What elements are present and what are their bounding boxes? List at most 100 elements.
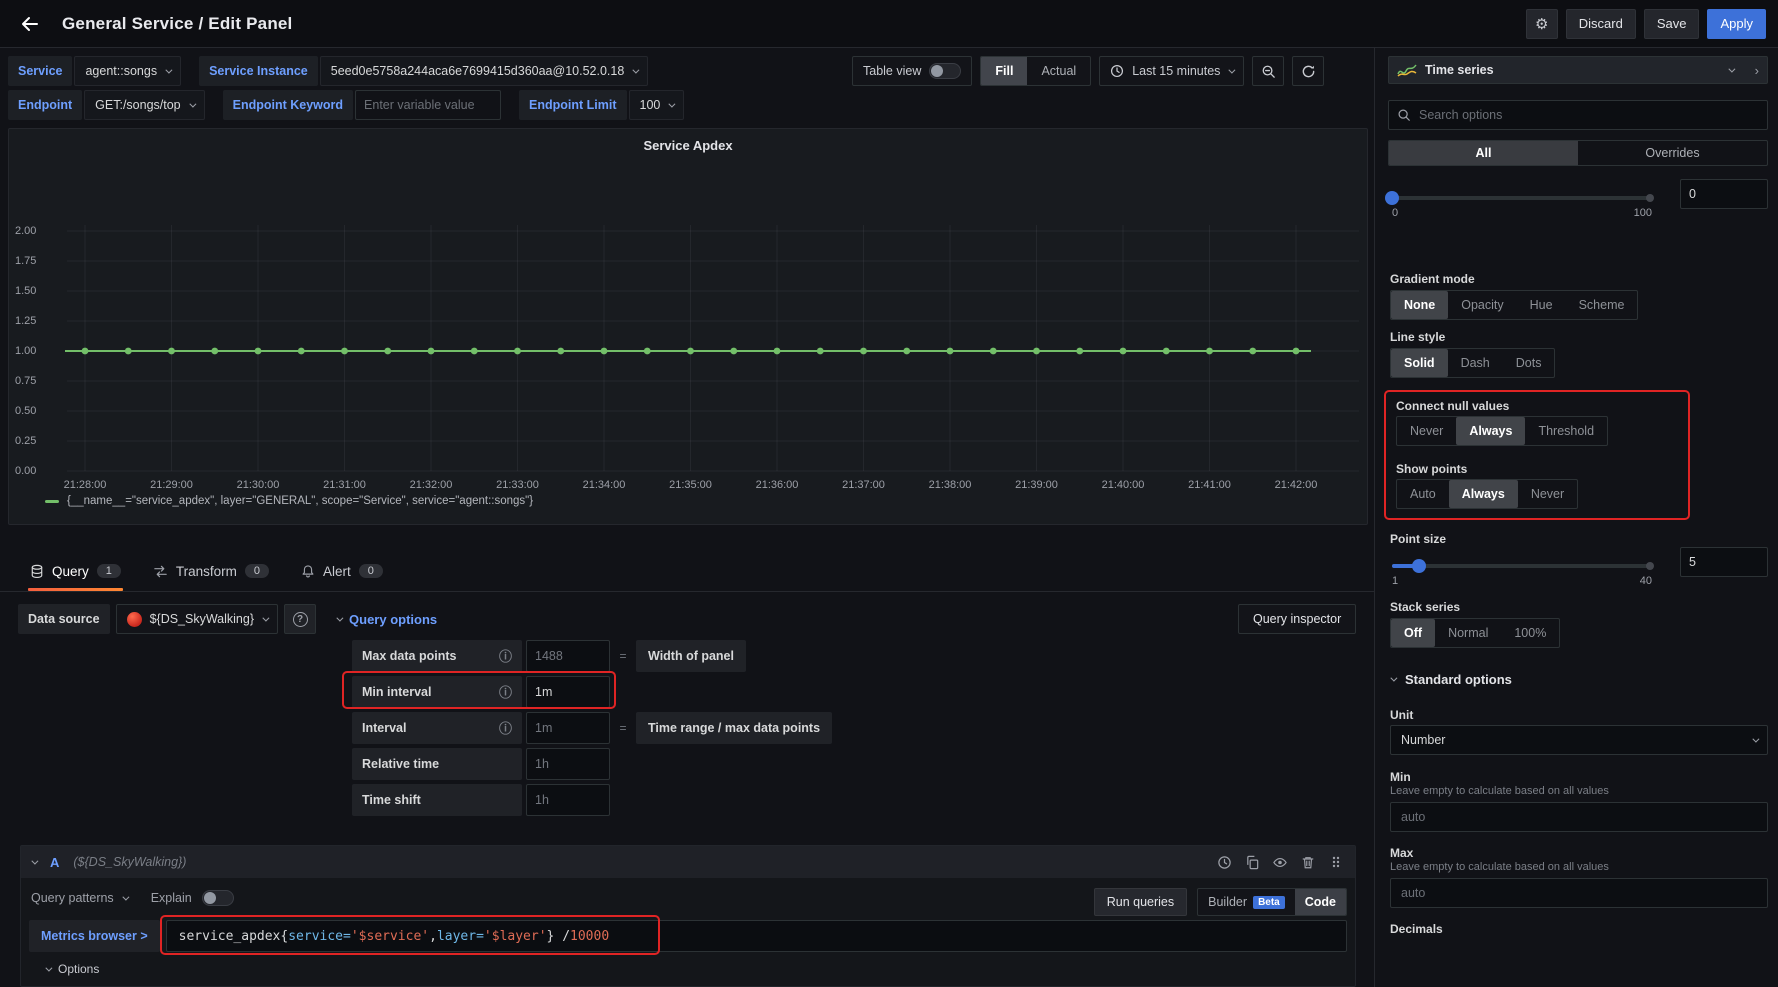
- query-inspector-button[interactable]: Query inspector: [1238, 604, 1356, 634]
- expr-token: 10000: [570, 929, 609, 944]
- time-range-picker[interactable]: Last 15 minutes: [1099, 56, 1244, 86]
- panel-settings-gear-icon[interactable]: ⚙: [1526, 9, 1558, 39]
- table-view-toggle[interactable]: [929, 63, 961, 79]
- actual-option[interactable]: Actual: [1027, 57, 1090, 85]
- endpoint-limit-select[interactable]: 100: [629, 90, 685, 120]
- x-tick-label: 21:40:00: [1102, 479, 1145, 491]
- hide-query-eye-icon[interactable]: [1271, 853, 1289, 871]
- option-always[interactable]: Always: [1456, 417, 1525, 445]
- option-solid[interactable]: Solid: [1391, 349, 1448, 377]
- promql-expression-input[interactable]: service_apdex{service='$service', layer=…: [166, 920, 1347, 952]
- options-search-input[interactable]: [1419, 108, 1759, 122]
- option-auto[interactable]: Auto: [1397, 480, 1449, 508]
- table-view-label: Table view: [863, 64, 921, 78]
- max-input[interactable]: [1390, 878, 1768, 908]
- endpoint-keyword-input[interactable]: [355, 90, 501, 120]
- interval-input[interactable]: [526, 712, 610, 744]
- time-shift-input[interactable]: [526, 784, 610, 816]
- pane-divider[interactable]: [1374, 48, 1375, 987]
- duplicate-query-icon[interactable]: [1243, 853, 1261, 871]
- query-history-icon[interactable]: [1215, 853, 1233, 871]
- option-never[interactable]: Never: [1397, 417, 1456, 445]
- option-dash[interactable]: Dash: [1448, 349, 1503, 377]
- tab-query[interactable]: Query 1: [30, 553, 121, 589]
- unit-select[interactable]: Number: [1390, 725, 1768, 755]
- standard-options-label: Standard options: [1405, 672, 1512, 687]
- endpoint-select[interactable]: GET:/songs/top: [84, 90, 204, 120]
- option-never[interactable]: Never: [1518, 480, 1577, 508]
- collapse-pane-chevron-right-icon[interactable]: ›: [1755, 63, 1759, 78]
- option-dots[interactable]: Dots: [1503, 349, 1555, 377]
- service-instance-select[interactable]: 5eed0e5758a244aca6e7699415d360aa@10.52.0…: [320, 56, 649, 86]
- relative-time-input[interactable]: [526, 748, 610, 780]
- y-tick-label: 0.00: [15, 465, 59, 477]
- legend-series-label[interactable]: {__name__="service_apdex", layer="GENERA…: [67, 495, 533, 507]
- min-input[interactable]: [1390, 802, 1768, 832]
- legend-series-marker: [45, 500, 59, 503]
- min-interval-input[interactable]: [526, 676, 610, 708]
- metrics-expression-row: Metrics browser > service_apdex{service=…: [29, 920, 1347, 952]
- option-hue[interactable]: Hue: [1517, 291, 1566, 319]
- visualization-picker[interactable]: Time series ›: [1388, 56, 1768, 84]
- option-row-interval: Intervalⓘ = Time range / max data points: [352, 712, 832, 744]
- query-row-header[interactable]: A (${DS_SkyWalking}): [21, 846, 1355, 878]
- save-button[interactable]: Save: [1644, 9, 1700, 39]
- options-filter-tabs: All Overrides: [1388, 140, 1768, 166]
- query-patterns-dropdown[interactable]: Query patterns: [31, 891, 127, 905]
- explain-toggle[interactable]: [202, 890, 234, 906]
- option-100-[interactable]: 100%: [1501, 619, 1559, 647]
- tab-overrides[interactable]: Overrides: [1578, 141, 1767, 165]
- x-tick-label: 21:33:00: [496, 479, 539, 491]
- point-size-value-input[interactable]: [1680, 547, 1768, 577]
- option-scheme[interactable]: Scheme: [1566, 291, 1638, 319]
- back-arrow-icon[interactable]: [14, 8, 46, 40]
- apply-button[interactable]: Apply: [1707, 9, 1766, 39]
- fill-option[interactable]: Fill: [981, 57, 1027, 85]
- variable-service-instance: Service Instance 5eed0e5758a244aca6e7699…: [199, 56, 648, 86]
- option-always[interactable]: Always: [1449, 480, 1518, 508]
- slider-handle[interactable]: [1412, 559, 1426, 573]
- editor-tabs-row: Query 1 Transform 0 Alert 0: [0, 553, 1374, 592]
- interval-note: Time range / max data points: [636, 712, 832, 744]
- builder-label: Builder: [1208, 895, 1247, 909]
- query-options-collapsible[interactable]: Options: [45, 962, 99, 976]
- code-mode-option[interactable]: Code: [1295, 889, 1346, 915]
- slider-track[interactable]: [1392, 196, 1652, 200]
- zoom-out-button[interactable]: [1252, 56, 1284, 86]
- variable-endpoint-keyword: Endpoint Keyword: [223, 90, 501, 120]
- option-row-max-data-points: Max data pointsⓘ = Width of panel: [352, 640, 832, 672]
- option-none[interactable]: None: [1391, 291, 1448, 319]
- option-off[interactable]: Off: [1391, 619, 1435, 647]
- connect-null-values-label: Connect null values: [1396, 399, 1509, 413]
- datasource-help-button[interactable]: ?: [284, 604, 316, 634]
- options-search[interactable]: [1388, 100, 1768, 130]
- metrics-browser-button[interactable]: Metrics browser >: [29, 920, 160, 952]
- search-icon: [1397, 108, 1411, 122]
- tab-alert[interactable]: Alert 0: [301, 553, 383, 589]
- time-series-chart[interactable]: [9, 129, 1369, 526]
- tab-transform[interactable]: Transform 0: [153, 553, 269, 589]
- slider-track[interactable]: [1392, 564, 1652, 568]
- option-normal[interactable]: Normal: [1435, 619, 1501, 647]
- datasource-select[interactable]: ${DS_SkyWalking}: [116, 604, 278, 634]
- y-tick-label: 1.50: [15, 285, 59, 297]
- point-size-slider: 1 40: [1388, 551, 1768, 591]
- skywalking-logo-icon: [127, 612, 142, 627]
- discard-button[interactable]: Discard: [1566, 9, 1636, 39]
- slider-handle[interactable]: [1385, 191, 1399, 205]
- delete-query-trash-icon[interactable]: [1299, 853, 1317, 871]
- option-opacity[interactable]: Opacity: [1448, 291, 1516, 319]
- table-view-toggle-group[interactable]: Table view: [852, 56, 972, 86]
- fill-opacity-value-input[interactable]: [1680, 179, 1768, 209]
- option-threshold[interactable]: Threshold: [1525, 417, 1607, 445]
- run-queries-button[interactable]: Run queries: [1094, 888, 1187, 916]
- max-data-points-input[interactable]: [526, 640, 610, 672]
- service-select[interactable]: agent::songs: [74, 56, 181, 86]
- refresh-button[interactable]: [1292, 56, 1324, 86]
- standard-options-header[interactable]: Standard options: [1390, 672, 1512, 687]
- chevron-down-icon: [31, 857, 38, 864]
- query-options-header[interactable]: Query options: [336, 612, 437, 627]
- builder-mode-option[interactable]: Builder Beta: [1198, 889, 1295, 915]
- drag-handle-grip-icon[interactable]: [1327, 853, 1345, 871]
- tab-all[interactable]: All: [1389, 141, 1578, 165]
